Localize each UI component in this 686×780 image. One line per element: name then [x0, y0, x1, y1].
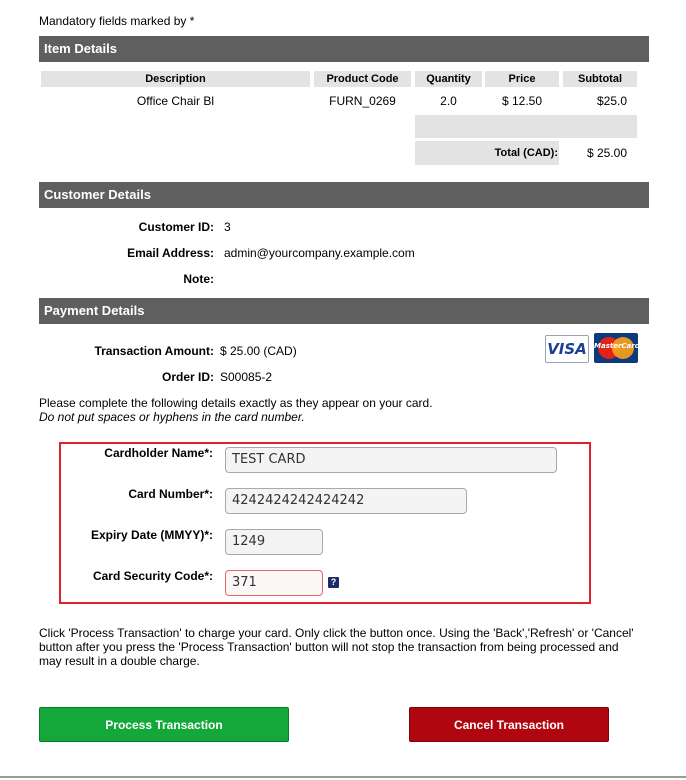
cardholder-name-input[interactable]: TEST CARD — [225, 447, 557, 473]
column-header-subtotal: Subtotal — [563, 71, 637, 87]
warning-line1: Click 'Process Transaction' to charge yo… — [39, 626, 634, 640]
payment-details-header: Payment Details — [39, 298, 649, 324]
blank-row — [415, 115, 637, 138]
item-price: $ 12.50 — [501, 94, 543, 108]
total-value: $ 25.00 — [586, 146, 627, 160]
help-icon[interactable]: ? — [328, 577, 339, 588]
expiry-date-input[interactable]: 1249 — [225, 529, 323, 555]
visa-logo: VISA — [545, 335, 589, 363]
card-number-input[interactable]: 4242424242424242 — [225, 488, 467, 514]
transaction-amount-label: Transaction Amount: — [94, 344, 214, 358]
warning-line2: button after you press the 'Process Tran… — [39, 640, 619, 654]
transaction-amount-value: $ 25.00 (CAD) — [220, 344, 297, 358]
customer-id-value: 3 — [224, 220, 231, 234]
mandatory-note: Mandatory fields marked by * — [39, 14, 195, 28]
item-description: Office Chair Bl — [136, 94, 215, 108]
item-subtotal: $25.0 — [596, 94, 627, 108]
cancel-transaction-button[interactable]: Cancel Transaction — [409, 707, 609, 742]
expiry-date-label: Expiry Date (MMYY)*: — [90, 528, 213, 542]
instructions-line1: Please complete the following details ex… — [39, 396, 433, 410]
column-header-description: Description — [41, 71, 310, 87]
divider — [0, 776, 686, 778]
customer-id-label: Customer ID: — [138, 220, 214, 234]
column-header-product-code: Product Code — [314, 71, 411, 87]
column-header-price: Price — [485, 71, 559, 87]
warning-line3: may result in a double charge. — [39, 654, 200, 668]
order-id-value: S00085-2 — [220, 370, 273, 384]
mastercard-logo: MasterCard — [594, 333, 638, 363]
total-label: Total (CAD): — [494, 147, 558, 159]
email-label: Email Address: — [127, 246, 214, 260]
security-code-label: Card Security Code*: — [92, 569, 213, 583]
item-quantity: 2.0 — [440, 94, 457, 108]
column-header-quantity: Quantity — [415, 71, 482, 87]
email-value: admin@yourcompany.example.com — [224, 246, 415, 260]
security-code-input[interactable]: 371 — [225, 570, 323, 596]
card-number-label: Card Number*: — [128, 487, 213, 501]
cardholder-name-label: Cardholder Name*: — [104, 446, 213, 460]
item-product-code: FURN_0269 — [329, 94, 396, 108]
item-details-header: Item Details — [39, 36, 649, 62]
order-id-label: Order ID: — [161, 370, 214, 384]
instructions-line2: Do not put spaces or hyphens in the card… — [39, 410, 305, 424]
note-label: Note: — [183, 272, 214, 286]
customer-details-header: Customer Details — [39, 182, 649, 208]
process-transaction-button[interactable]: Process Transaction — [39, 707, 289, 742]
